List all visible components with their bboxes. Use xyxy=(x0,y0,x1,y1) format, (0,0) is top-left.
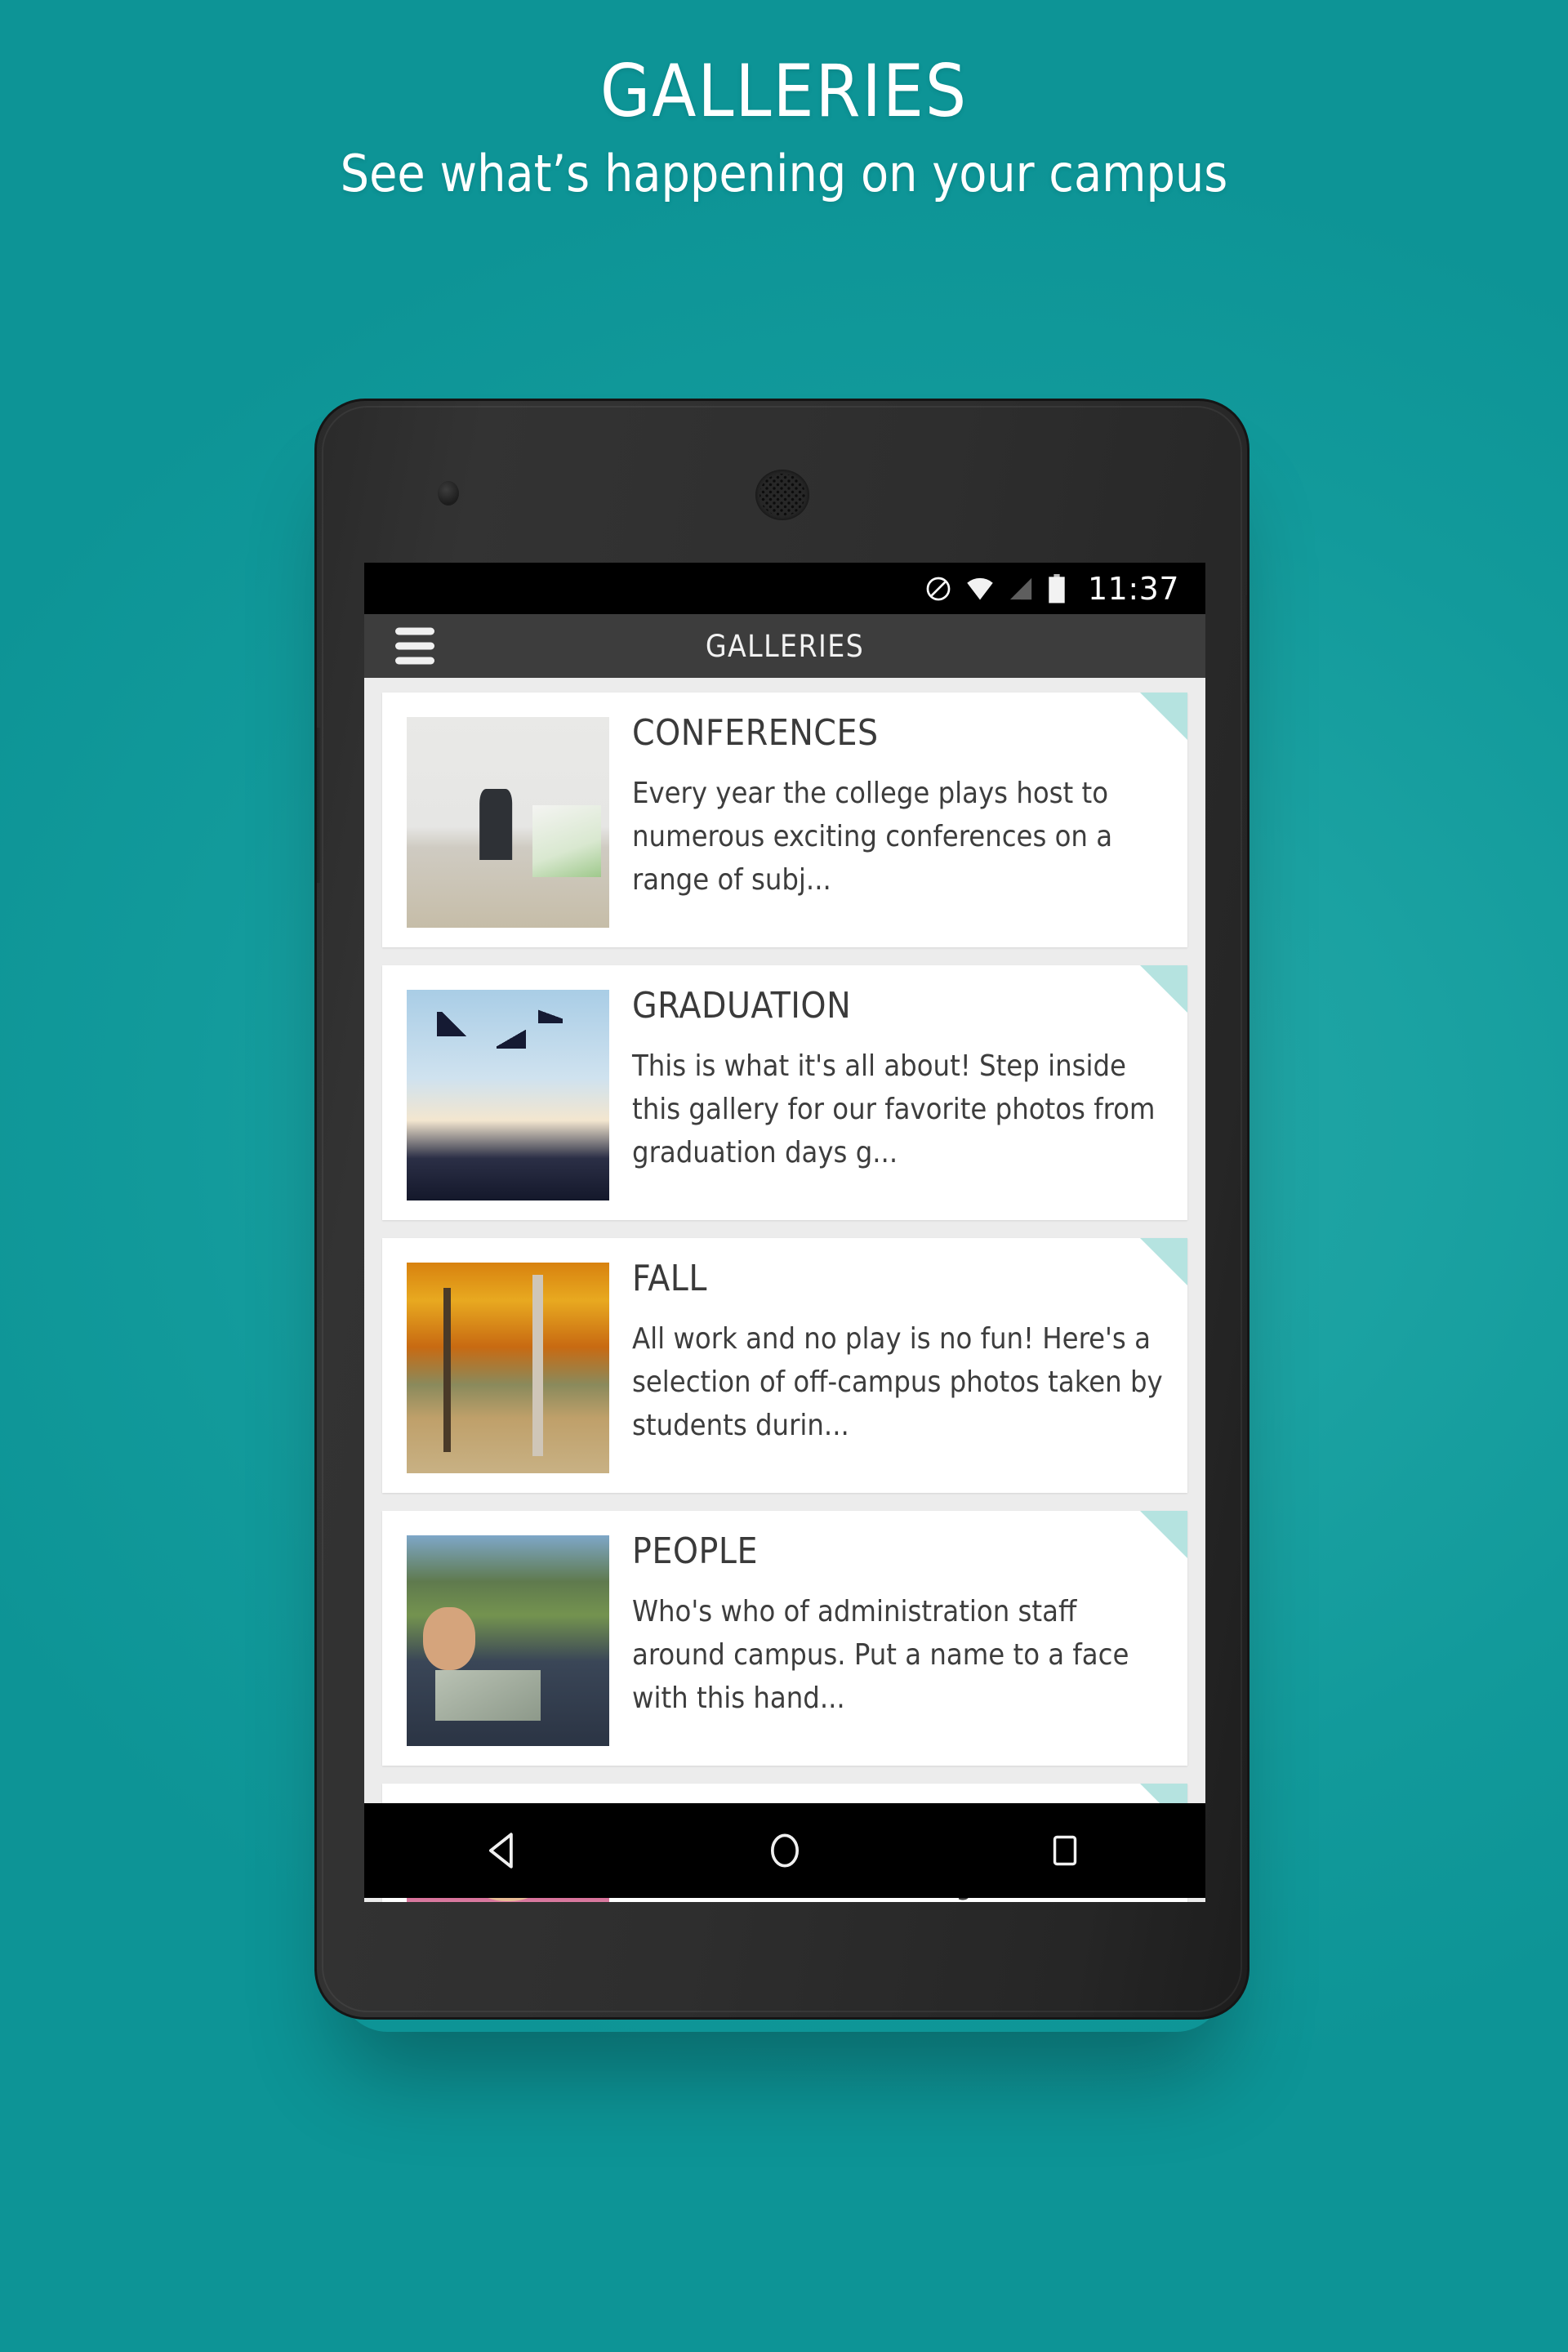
gallery-card[interactable]: FALL All work and no play is no fun! Her… xyxy=(382,1238,1187,1493)
gallery-card[interactable]: GRADUATION This is what it's all about! … xyxy=(382,965,1187,1220)
power-button[interactable] xyxy=(1244,595,1247,703)
gallery-thumbnail xyxy=(407,717,609,928)
app-bar: GALLERIES xyxy=(364,614,1205,678)
home-button[interactable] xyxy=(736,1803,834,1898)
gallery-list[interactable]: CONFERENCES Every year the college plays… xyxy=(364,678,1205,1902)
gallery-thumbnail xyxy=(407,990,609,1200)
back-button[interactable] xyxy=(456,1803,554,1898)
home-circle-icon xyxy=(770,1833,799,1868)
gallery-card[interactable]: PEOPLE Who's who of administration staff… xyxy=(382,1511,1187,1766)
speaker-mesh xyxy=(759,474,805,516)
gallery-description: All work and no play is no fun! Here's a… xyxy=(632,1322,1163,1442)
corner-ribbon-accent xyxy=(1140,965,1187,1013)
gallery-description: Every year the college plays host to num… xyxy=(632,777,1113,897)
gallery-card-text: CONFERENCES Every year the college plays… xyxy=(609,714,1187,902)
gallery-card-text: FALL All work and no play is no fun! Her… xyxy=(609,1259,1187,1448)
battery-icon xyxy=(1049,573,1065,603)
cell-signal-icon xyxy=(1009,577,1032,599)
phone-mockup: 11:37 GALLERIES CONFERENCES Every year t… xyxy=(314,399,1250,2020)
front-camera-icon xyxy=(438,481,459,506)
corner-ribbon-accent xyxy=(1140,1238,1187,1285)
promo-header: GALLERIES See what’s happening on your c… xyxy=(0,33,1568,203)
earpiece-speaker-icon xyxy=(755,470,809,520)
hamburger-menu-icon[interactable] xyxy=(395,627,434,665)
gallery-title: FALL xyxy=(632,1258,707,1299)
do-not-disturb-icon xyxy=(926,577,951,600)
gallery-title: PEOPLE xyxy=(632,1530,758,1572)
phone-body: 11:37 GALLERIES CONFERENCES Every year t… xyxy=(314,399,1250,2020)
gallery-thumbnail xyxy=(407,1263,609,1473)
recents-button[interactable] xyxy=(1016,1803,1114,1898)
gallery-thumbnail xyxy=(407,1535,609,1746)
gallery-title: CONFERENCES xyxy=(632,712,879,754)
android-navigation-bar xyxy=(364,1803,1205,1898)
app-bar-title: GALLERIES xyxy=(705,628,865,664)
status-bar-icons xyxy=(924,573,1067,604)
hamburger-line-1 xyxy=(395,627,434,635)
phone-screen: 11:37 GALLERIES CONFERENCES Every year t… xyxy=(364,563,1205,1902)
recents-square-icon xyxy=(1054,1835,1077,1866)
gallery-description: This is what it's all about! Step inside… xyxy=(632,1049,1156,1169)
status-bar-clock: 11:37 xyxy=(1087,570,1179,607)
gallery-card[interactable]: CONFERENCES Every year the college plays… xyxy=(382,693,1187,947)
promo-title: GALLERIES xyxy=(599,49,969,133)
promo-subtitle: See what’s happening on your campus xyxy=(340,144,1228,203)
corner-ribbon-accent xyxy=(1140,693,1187,740)
gallery-card-text: GRADUATION This is what it's all about! … xyxy=(609,987,1187,1175)
gallery-description: Who's who of administration staff around… xyxy=(632,1595,1129,1715)
corner-ribbon-accent xyxy=(1140,1511,1187,1558)
android-status-bar: 11:37 xyxy=(364,563,1205,614)
gallery-card-text: PEOPLE Who's who of administration staff… xyxy=(609,1532,1187,1721)
wifi-icon xyxy=(967,577,993,599)
gallery-title: GRADUATION xyxy=(632,985,852,1027)
back-triangle-icon xyxy=(488,1833,513,1869)
hamburger-line-3 xyxy=(395,657,434,665)
volume-rocker-button[interactable] xyxy=(317,728,320,883)
hamburger-line-2 xyxy=(395,642,434,650)
